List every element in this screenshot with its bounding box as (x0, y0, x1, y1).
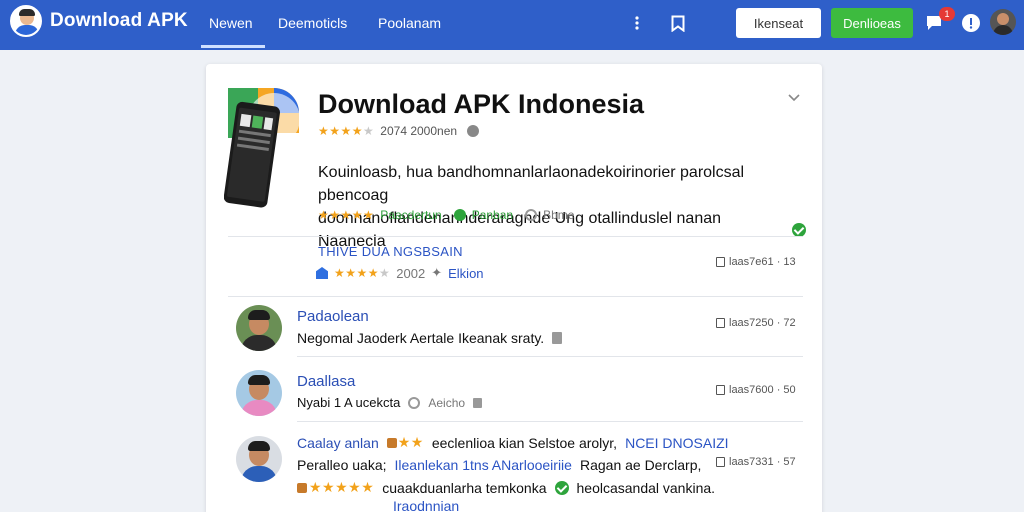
star-rating: ★★★★★ (318, 208, 375, 222)
globe-icon (467, 125, 480, 137)
review-text-line3-content: cuaakduanlarha temkonka (382, 479, 547, 496)
review-text-line3-end: heolcasandal vankina. (576, 479, 716, 496)
review-text: Negomal Jaoderk Aertale Ikeanak sraty. (297, 330, 563, 346)
version-year: 2002 (396, 265, 426, 281)
document-icon (716, 385, 725, 395)
tag-label-green-2[interactable]: Panban (472, 208, 513, 222)
user-avatar[interactable] (990, 9, 1016, 35)
star-rating: ★★★★★ (318, 124, 375, 138)
description-line-1: Kouinloasb, hua bandhomnanlarlaonadekoir… (318, 164, 745, 204)
review-meta: laas7331 · 57 (716, 456, 796, 468)
reviewer-name[interactable]: Padaolean (297, 308, 369, 325)
bookmark-icon[interactable] (668, 13, 688, 33)
app-tags-row: ★★★★★ Paacdertun Panban Bbme (318, 208, 574, 222)
tag-label-grey[interactable]: Bbme (543, 208, 574, 222)
app-phone-icon (223, 84, 302, 212)
document-icon (716, 257, 725, 267)
verified-check-icon (554, 480, 569, 495)
review-text-link[interactable]: Ileanlekan 1tns ANarlooeiriie (395, 457, 572, 473)
chevron-down-icon[interactable] (788, 90, 802, 104)
review-stars-row: ★★★★★ (297, 479, 374, 496)
version-meta-text: laas7e61 · 13 (729, 256, 796, 268)
edition-link[interactable]: Elkion (448, 266, 483, 281)
brand-name[interactable]: Download APK (50, 10, 188, 32)
review-meta-text: laas7250 · 72 (729, 317, 796, 329)
rating-text: 2074 2000nen (380, 124, 458, 138)
tab-newen[interactable]: Newen (201, 15, 265, 48)
brand-logo[interactable] (10, 5, 42, 37)
review-text-line4: Iraodnnian (393, 498, 459, 512)
star-rating: ★★★★★ (334, 266, 391, 280)
review-text: Nyabi 1 A ucekcta Aeicho (297, 395, 483, 410)
pin-icon: ✦ (431, 265, 443, 280)
review-meta: laas7250 · 72 (716, 317, 796, 329)
flag-icon[interactable] (473, 397, 483, 408)
reviewer-avatar[interactable] (236, 436, 282, 482)
gift-icon (386, 437, 397, 448)
divider (297, 421, 803, 422)
tab-deemoticls[interactable]: Deemoticls (278, 15, 347, 31)
divider (297, 356, 803, 357)
more-vertical-icon[interactable] (627, 13, 647, 33)
app-title: Download APK Indonesia (318, 89, 645, 119)
reviewer-link[interactable]: NCEI DNOSAIZI (625, 435, 728, 451)
reviewer-avatar[interactable] (236, 305, 282, 351)
reviewer-name[interactable]: Daallasa (297, 373, 355, 390)
tag-label-green[interactable]: Paacdertun (380, 208, 441, 222)
gift-icon (297, 482, 307, 493)
review-text-line4-content[interactable]: Iraodnnian (393, 498, 459, 512)
review-text-content: Negomal Jaoderk Aertale Ikeanak sraty. (297, 330, 545, 346)
reviewer-name[interactable]: Caalay anlan (297, 435, 379, 451)
review-text-end: Ragan ae Derclarp, (579, 457, 702, 473)
tag-icon-green (453, 209, 466, 221)
app-description: Kouinloasb, hua bandhomnanlarlaonadekoir… (318, 161, 806, 253)
version-meta: laas7e61 · 13 (716, 256, 796, 268)
top-navigation-bar: Download APK Newen Deemoticls Poolanam I… (0, 0, 1024, 50)
version-label: THIVE DUA NGSBSAIN (318, 244, 463, 259)
info-icon (525, 209, 538, 221)
review-text-start: Peralleo uaka; (297, 457, 387, 473)
notification-count-badge: 1 (939, 7, 955, 21)
review-extra: Aeicho (428, 395, 466, 410)
divider (228, 296, 803, 297)
review-text-content: Nyabi 1 A ucekcta (297, 395, 401, 410)
outline-action-button[interactable]: Ikenseat (736, 8, 821, 38)
reviewer-name-row: Caalay anlan ★★ eeclenlioa kian Selstoe … (297, 434, 729, 451)
reviewer-name-extra: eeclenlioa kian Selstoe arolyr, (431, 434, 618, 451)
reviewer-avatar[interactable] (236, 370, 282, 416)
divider (228, 236, 803, 237)
tab-poolanam[interactable]: Poolanam (378, 15, 441, 31)
version-row: ★★★★★ 2002 ✦ Elkion (316, 265, 484, 281)
document-icon (716, 318, 725, 328)
verified-check-icon (792, 223, 806, 237)
review-text-line3: ★★★★★ cuaakduanlarha temkonka heolcasand… (297, 479, 715, 496)
review-text: Peralleo uaka; Ileanlekan 1tns ANarlooei… (297, 457, 701, 473)
review-meta-text: laas7600 · 50 (729, 384, 796, 396)
flag-icon[interactable] (552, 332, 563, 344)
document-icon (716, 457, 725, 467)
badge-icons: ★★ (386, 434, 424, 451)
review-meta-text: laas7331 · 57 (729, 456, 796, 468)
clock-icon (408, 396, 421, 409)
house-icon (316, 267, 328, 279)
primary-green-button[interactable]: Denlioeas (831, 8, 913, 38)
review-meta: laas7600 · 50 (716, 384, 796, 396)
help-icon[interactable] (961, 13, 981, 33)
app-rating-row: ★★★★★ 2074 2000nen (318, 124, 480, 138)
